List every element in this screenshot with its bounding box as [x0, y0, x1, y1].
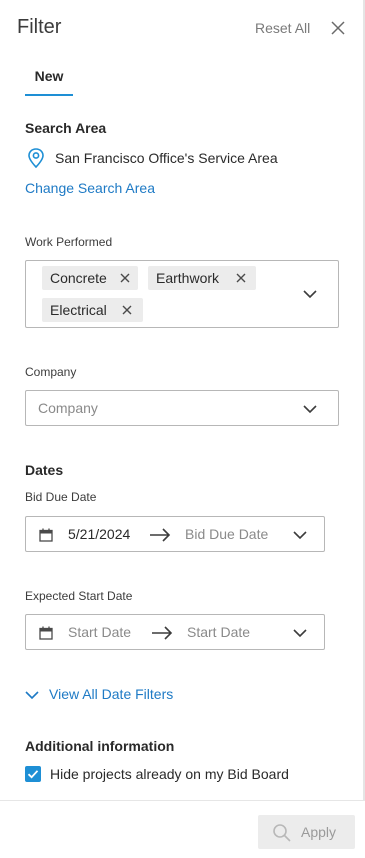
- chevron-down-icon[interactable]: [303, 289, 317, 299]
- calendar-icon: [39, 626, 53, 640]
- close-icon: [331, 21, 345, 35]
- arrow-right-icon: [152, 626, 173, 640]
- chip-earthwork: Earthwork: [148, 266, 256, 290]
- tab-new[interactable]: New: [25, 68, 73, 96]
- expected-start-from[interactable]: Start Date: [68, 624, 131, 640]
- additional-info-title: Additional information: [25, 738, 175, 754]
- checkmark-icon: [27, 770, 39, 779]
- location-pin-icon: [25, 147, 47, 174]
- calendar-icon: [39, 528, 53, 542]
- footer-divider: [0, 800, 365, 801]
- expected-start-to[interactable]: Start Date: [187, 624, 250, 640]
- change-search-area-link[interactable]: Change Search Area: [25, 180, 155, 196]
- view-all-date-filters-toggle[interactable]: View All Date Filters: [25, 686, 225, 706]
- search-icon: [273, 824, 291, 842]
- company-label: Company: [25, 365, 77, 379]
- remove-chip-icon[interactable]: [119, 272, 131, 284]
- bid-due-date-range[interactable]: 5/21/2024 Bid Due Date: [25, 516, 325, 552]
- reset-all-button[interactable]: Reset All: [255, 20, 310, 36]
- apply-label: Apply: [301, 824, 337, 840]
- expected-start-date-label: Expected Start Date: [25, 589, 133, 603]
- close-button[interactable]: [329, 19, 347, 37]
- panel-title: Filter: [17, 16, 62, 38]
- chip-concrete: Concrete: [42, 266, 138, 290]
- remove-chip-icon[interactable]: [235, 272, 247, 284]
- hide-projects-label[interactable]: Hide projects already on my Bid Board: [50, 766, 289, 782]
- chevron-down-icon: [25, 691, 39, 700]
- search-area-location: San Francisco Office's Service Area: [55, 150, 278, 166]
- chip-label: Earthwork: [156, 270, 220, 286]
- dates-title: Dates: [25, 462, 64, 478]
- chip-electrical: Electrical: [42, 298, 143, 322]
- hide-projects-checkbox[interactable]: [25, 766, 41, 782]
- work-performed-multiselect[interactable]: Concrete Earthwork Electrical: [25, 260, 339, 328]
- apply-button[interactable]: Apply: [258, 815, 355, 849]
- chip-label: Concrete: [50, 270, 107, 286]
- chevron-down-icon[interactable]: [293, 628, 307, 638]
- chevron-down-icon: [303, 405, 317, 414]
- bid-due-end-date[interactable]: Bid Due Date: [185, 526, 268, 542]
- remove-chip-icon[interactable]: [121, 304, 133, 316]
- arrow-right-icon: [150, 528, 171, 542]
- search-area-title: Search Area: [25, 120, 107, 136]
- bid-due-date-label: Bid Due Date: [25, 490, 97, 504]
- work-performed-label: Work Performed: [25, 235, 113, 249]
- view-all-date-filters-link[interactable]: View All Date Filters: [49, 686, 173, 702]
- company-placeholder: Company: [38, 400, 98, 416]
- bid-due-start-date[interactable]: 5/21/2024: [68, 526, 130, 542]
- chip-label: Electrical: [50, 302, 107, 318]
- expected-start-date-range[interactable]: Start Date Start Date: [25, 614, 325, 650]
- chevron-down-icon[interactable]: [293, 530, 307, 540]
- company-select[interactable]: Company: [25, 390, 339, 426]
